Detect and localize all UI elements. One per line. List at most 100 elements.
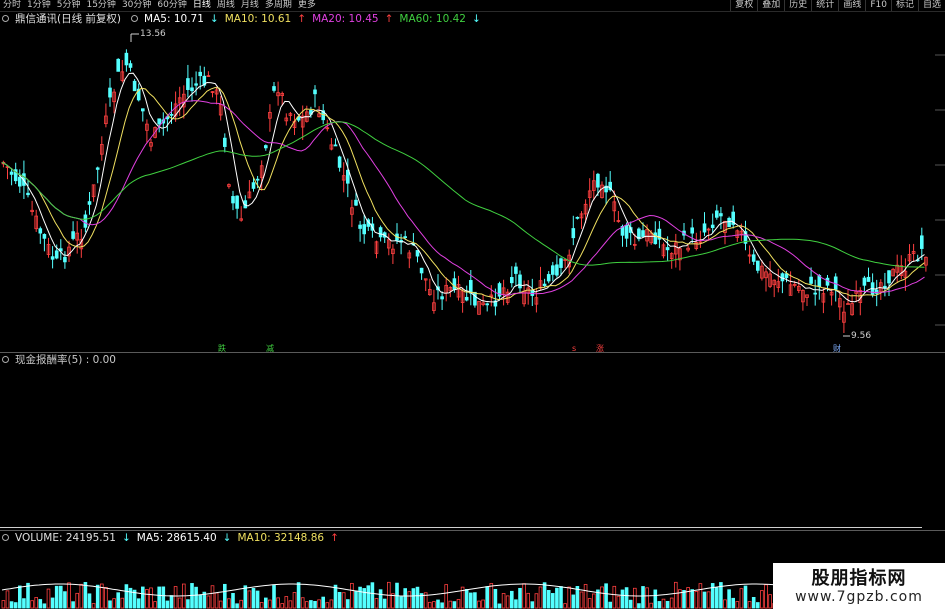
volume-bar <box>292 592 297 609</box>
volume-bar <box>206 595 211 609</box>
volume-bar <box>251 588 256 609</box>
panel-divider-1[interactable] <box>0 352 945 353</box>
candle-body <box>235 195 239 209</box>
volume-bar <box>362 588 366 609</box>
volume-bar <box>161 586 166 609</box>
candle-body <box>559 258 563 268</box>
volume-bar <box>54 585 59 609</box>
volume-bar <box>452 601 457 609</box>
volume-bar <box>9 601 14 609</box>
ma10-line <box>1 86 925 301</box>
volume-bar <box>690 589 694 609</box>
volume-bar <box>177 597 182 609</box>
volume-bar <box>128 587 133 609</box>
volume-bar <box>436 599 440 609</box>
volume-bar <box>145 589 149 609</box>
volume-bar <box>194 586 198 609</box>
candle-body <box>715 210 719 218</box>
volume-bar <box>448 600 453 609</box>
volume-bar <box>403 588 407 609</box>
volume-bar <box>210 585 215 609</box>
volume-bar <box>522 583 526 609</box>
volume-bar <box>686 587 690 609</box>
volume-bar <box>345 599 350 609</box>
volume-bar <box>427 601 432 609</box>
volume-bar <box>551 593 555 609</box>
volume-bar <box>173 586 178 609</box>
volume-bar <box>153 601 157 609</box>
volume-bar <box>727 589 731 609</box>
volume-bar <box>136 598 141 609</box>
candle-body <box>637 228 641 240</box>
candle-body <box>710 224 715 228</box>
volume-bar <box>481 599 485 609</box>
volume-settings-icon[interactable] <box>2 534 9 541</box>
volume-bar <box>300 597 305 609</box>
volume-bar <box>46 588 51 609</box>
volume-bar <box>739 588 744 609</box>
volume-bar <box>247 590 252 609</box>
volume-bar <box>304 601 309 609</box>
volume-bar <box>518 587 522 609</box>
candle-body <box>71 231 75 239</box>
candle-body <box>169 113 174 116</box>
volume-bar <box>296 582 301 609</box>
volume-bar <box>657 601 662 609</box>
volume-bar <box>432 601 436 609</box>
candle-body <box>518 274 522 289</box>
volume-bar <box>456 599 461 609</box>
volume-bar <box>83 582 88 609</box>
candle-body <box>124 52 129 66</box>
volume-bar <box>600 586 604 609</box>
volume-bar <box>280 603 284 609</box>
volume-bar <box>587 598 592 609</box>
volume-bar <box>468 592 473 609</box>
volume-bar <box>120 597 125 609</box>
candle-body <box>95 167 100 170</box>
volume-bar <box>653 589 658 609</box>
volume-bar <box>112 598 116 609</box>
candle-body <box>190 87 194 92</box>
candle-body <box>546 274 551 282</box>
volume-bar <box>641 586 645 609</box>
volume-bar <box>1 600 6 609</box>
volume-ma10-label: MA10: 32148.86 ↑ <box>237 531 339 544</box>
candle-body <box>464 296 469 301</box>
volume-bar <box>760 590 764 609</box>
volume-bar <box>235 603 239 609</box>
volume-bar <box>95 584 100 609</box>
indicator-settings-icon[interactable] <box>2 356 9 363</box>
ma5-line <box>1 72 925 303</box>
candle-body <box>702 223 707 233</box>
candle-body <box>751 254 756 262</box>
volume-bar <box>735 601 740 609</box>
volume-bar <box>505 595 510 609</box>
candle-body <box>641 230 645 237</box>
volume-bar <box>645 587 649 609</box>
candle-body <box>83 214 88 228</box>
candle-body <box>780 273 785 282</box>
volume-bar <box>71 601 75 609</box>
candle-body <box>596 173 600 188</box>
volume-bar <box>42 603 47 609</box>
low-price-label: 9.56 <box>851 331 872 341</box>
volume-bar <box>13 602 18 609</box>
volume-bar <box>272 585 276 609</box>
candle-body <box>415 250 420 257</box>
volume-bar <box>612 585 617 609</box>
candle-body <box>87 201 92 205</box>
volume-bar <box>22 598 26 609</box>
volume-bar <box>509 590 514 609</box>
volume-bar <box>214 592 219 609</box>
volume-bar <box>747 601 752 609</box>
volume-bar <box>358 586 362 609</box>
candle-body <box>514 266 518 274</box>
volume-bar <box>67 582 71 609</box>
volume-bar <box>218 600 223 609</box>
volume-bar <box>583 584 588 609</box>
kline-chart[interactable] <box>0 0 945 609</box>
candle-body <box>231 196 235 204</box>
candle-body <box>128 63 133 68</box>
volume-bar <box>616 595 621 609</box>
volume-bar <box>473 592 477 609</box>
